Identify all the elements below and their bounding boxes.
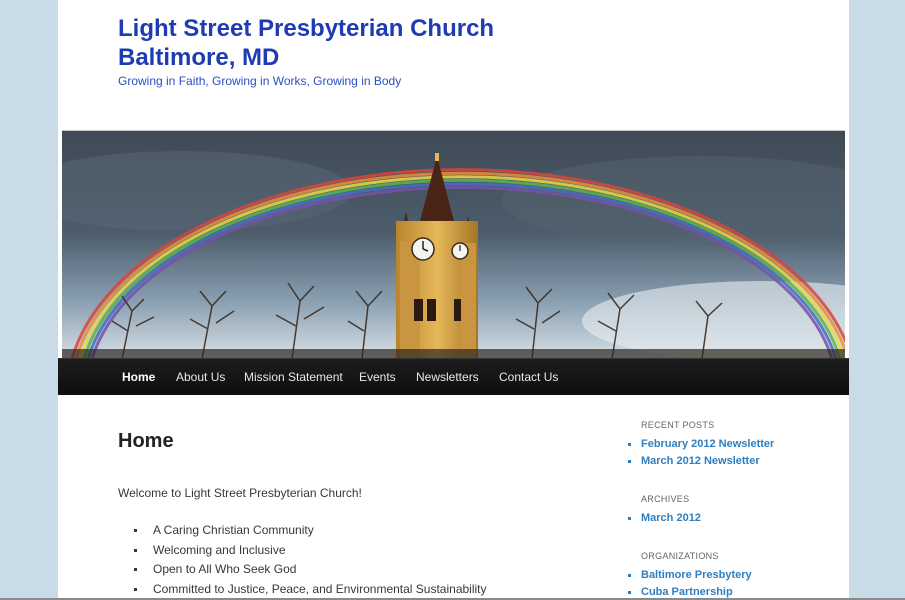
main-navigation: Home About Us Mission Statement Events N… (58, 358, 849, 395)
list-item-text: Open to All Who Seek God (153, 562, 297, 576)
page-title: Home (118, 430, 174, 452)
recent-posts-heading: RECENT POSTS (641, 420, 715, 430)
site-title-line1[interactable]: Light Street Presbyterian Church (118, 14, 578, 43)
organization-link-cuba-partnership[interactable]: Cuba Partnership (641, 586, 733, 598)
bullet-icon (628, 574, 631, 577)
site-title[interactable]: Light Street Presbyterian Church Baltimo… (118, 14, 578, 72)
organizations-heading: ORGANIZATIONS (641, 551, 719, 561)
nav-item-about-us[interactable]: About Us (176, 359, 225, 395)
bullet-icon (628, 460, 631, 463)
bullet-icon (134, 529, 137, 532)
recent-posts-list: February 2012 Newsletter March 2012 News… (628, 436, 774, 470)
rainbow-clocktower-illustration (62, 131, 845, 359)
organization-item: Baltimore Presbytery (628, 567, 752, 584)
recent-post-link-february-2012-newsletter[interactable]: February 2012 Newsletter (641, 438, 774, 450)
archive-item: March 2012 (628, 510, 701, 527)
site-title-line2[interactable]: Baltimore, MD (118, 43, 578, 72)
bullet-icon (628, 517, 631, 520)
nav-item-newsletters[interactable]: Newsletters (416, 359, 479, 395)
list-item: A Caring Christian Community (118, 521, 487, 541)
values-list: A Caring Christian Community Welcoming a… (118, 521, 487, 599)
list-item-text: Committed to Justice, Peace, and Environ… (153, 581, 487, 596)
nav-item-mission-statement[interactable]: Mission Statement (244, 359, 343, 395)
recent-post-item: February 2012 Newsletter (628, 436, 774, 453)
nav-item-home[interactable]: Home (122, 359, 155, 395)
list-item-text: Welcoming and Inclusive (153, 542, 286, 557)
list-item: Welcoming and Inclusive (118, 541, 487, 561)
archives-list: March 2012 (628, 510, 701, 527)
bullet-icon (628, 591, 631, 594)
recent-post-item: March 2012 Newsletter (628, 453, 774, 470)
list-item: Open to All Who Seek God (118, 560, 487, 580)
nav-item-events[interactable]: Events (359, 359, 396, 395)
archives-heading: ARCHIVES (641, 494, 690, 504)
organization-link-baltimore-presbytery[interactable]: Baltimore Presbytery (641, 569, 752, 581)
bullet-icon (134, 548, 137, 552)
organizations-list: Baltimore Presbytery Cuba Partnership (628, 567, 752, 600)
bullet-icon (134, 587, 137, 591)
recent-post-link-march-2012-newsletter[interactable]: March 2012 Newsletter (641, 455, 760, 467)
header-banner-image (62, 130, 845, 359)
page-container: Light Street Presbyterian Church Baltimo… (58, 0, 849, 600)
list-item-text: A Caring Christian Community (153, 523, 314, 537)
list-item: Committed to Justice, Peace, and Environ… (118, 580, 487, 600)
bullet-icon (134, 568, 137, 571)
site-tagline: Growing in Faith, Growing in Works, Grow… (118, 74, 402, 88)
welcome-text: Welcome to Light Street Presbyterian Chu… (118, 486, 362, 500)
bullet-icon (628, 443, 631, 446)
nav-item-contact-us[interactable]: Contact Us (499, 359, 558, 395)
archive-link-march-2012[interactable]: March 2012 (641, 512, 701, 524)
